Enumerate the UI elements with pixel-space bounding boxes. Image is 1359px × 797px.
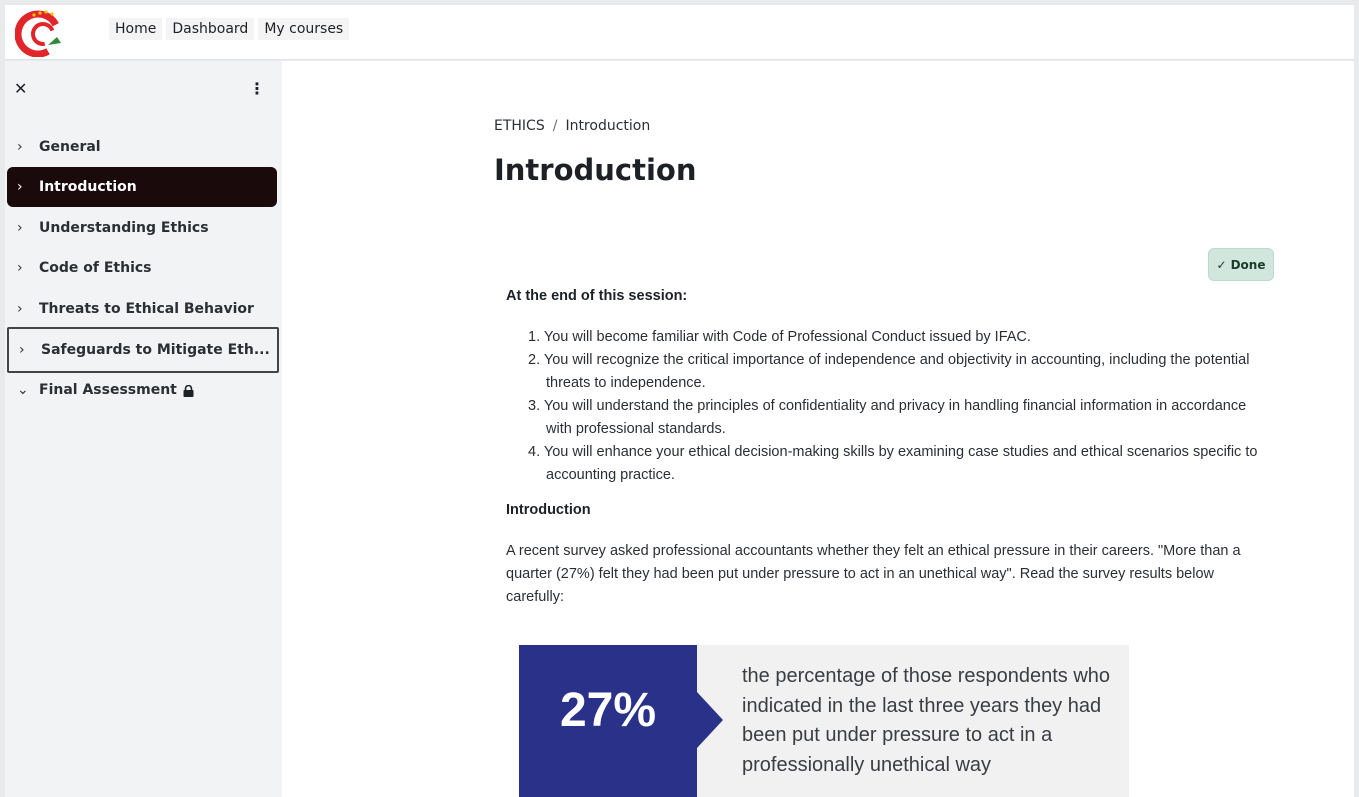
sidebar-item-general[interactable]: › General	[7, 127, 277, 167]
breadcrumb-course-link[interactable]: ETHICS	[494, 118, 545, 134]
sidebar-item-label: Safeguards to Mitigate Eth...	[41, 342, 270, 358]
chevron-right-icon: ›	[17, 139, 23, 155]
stat-number: 27%	[559, 684, 657, 737]
objectives-list: 1. You will become familiar with Code of…	[528, 326, 1268, 487]
sidebar-item-label: Threats to Ethical Behavior	[39, 301, 254, 317]
chevron-right-icon: ›	[17, 260, 23, 276]
course-index-drawer: ✕ ⋮ › General › Introduction › Understan…	[5, 61, 282, 797]
introduction-paragraph: A recent survey asked professional accou…	[506, 543, 1241, 605]
sidebar-item-label: Understanding Ethics	[39, 220, 209, 236]
sidebar-item-introduction[interactable]: › Introduction	[7, 167, 277, 207]
breadcrumb: ETHICS / Introduction	[494, 118, 650, 134]
nav-my-courses-link[interactable]: My courses	[258, 18, 350, 40]
page-title: Introduction	[494, 153, 697, 187]
primary-navigation: Home Dashboard My courses	[109, 18, 350, 40]
sidebar-item-label: Introduction	[39, 179, 137, 195]
top-navbar: Home Dashboard My courses	[5, 5, 1354, 60]
stat-description: the percentage of those respondents who …	[742, 665, 1111, 776]
chevron-right-icon: ›	[17, 220, 23, 236]
list-item: 3. You will understand the principles of…	[528, 398, 1247, 437]
check-icon: ✓	[1216, 257, 1227, 272]
sidebar-item-safeguards[interactable]: › Safeguards to Mitigate Eth...	[7, 327, 279, 373]
nav-home-link[interactable]: Home	[109, 18, 163, 40]
breadcrumb-separator: /	[552, 118, 558, 134]
sidebar-item-threats[interactable]: › Threats to Ethical Behavior	[7, 289, 277, 329]
chevron-down-icon: ⌄	[17, 382, 29, 398]
close-drawer-icon[interactable]: ✕	[14, 79, 27, 98]
sidebar-item-label: General	[39, 139, 101, 155]
list-item: 2. You will recognize the critical impor…	[528, 352, 1250, 391]
site-logo[interactable]	[14, 7, 65, 58]
stat-number-panel: 27%	[519, 645, 697, 797]
breadcrumb-current: Introduction	[565, 118, 651, 134]
done-button[interactable]: ✓ Done	[1208, 248, 1274, 281]
objectives-heading: At the end of this session:	[506, 288, 688, 304]
survey-stat-graphic: 27% the percentage of those respondents …	[519, 645, 1129, 797]
stat-arrow	[697, 692, 723, 748]
sidebar-item-final-assessment[interactable]: ⌄ Final Assessment	[7, 370, 277, 410]
more-options-icon[interactable]: ⋮	[249, 79, 265, 98]
list-item: 1. You will become familiar with Code of…	[528, 329, 1031, 345]
main-content-region: ETHICS / Introduction Introduction ✓ Done …	[282, 61, 1354, 797]
nav-dashboard-link[interactable]: Dashboard	[166, 18, 255, 40]
sidebar-item-code-of-ethics[interactable]: › Code of Ethics	[7, 248, 277, 288]
done-label: Done	[1230, 257, 1266, 272]
introduction-heading: Introduction	[506, 502, 591, 518]
chevron-right-icon: ›	[17, 301, 23, 317]
list-item: 4. You will enhance your ethical decisio…	[528, 444, 1258, 483]
chevron-right-icon: ›	[19, 342, 25, 358]
sidebar-item-label: Final Assessment	[39, 382, 177, 398]
sidebar-item-label: Code of Ethics	[39, 260, 152, 276]
lock-icon	[183, 384, 194, 397]
sidebar-item-understanding-ethics[interactable]: › Understanding Ethics	[7, 208, 277, 248]
chevron-right-icon: ›	[17, 179, 23, 195]
